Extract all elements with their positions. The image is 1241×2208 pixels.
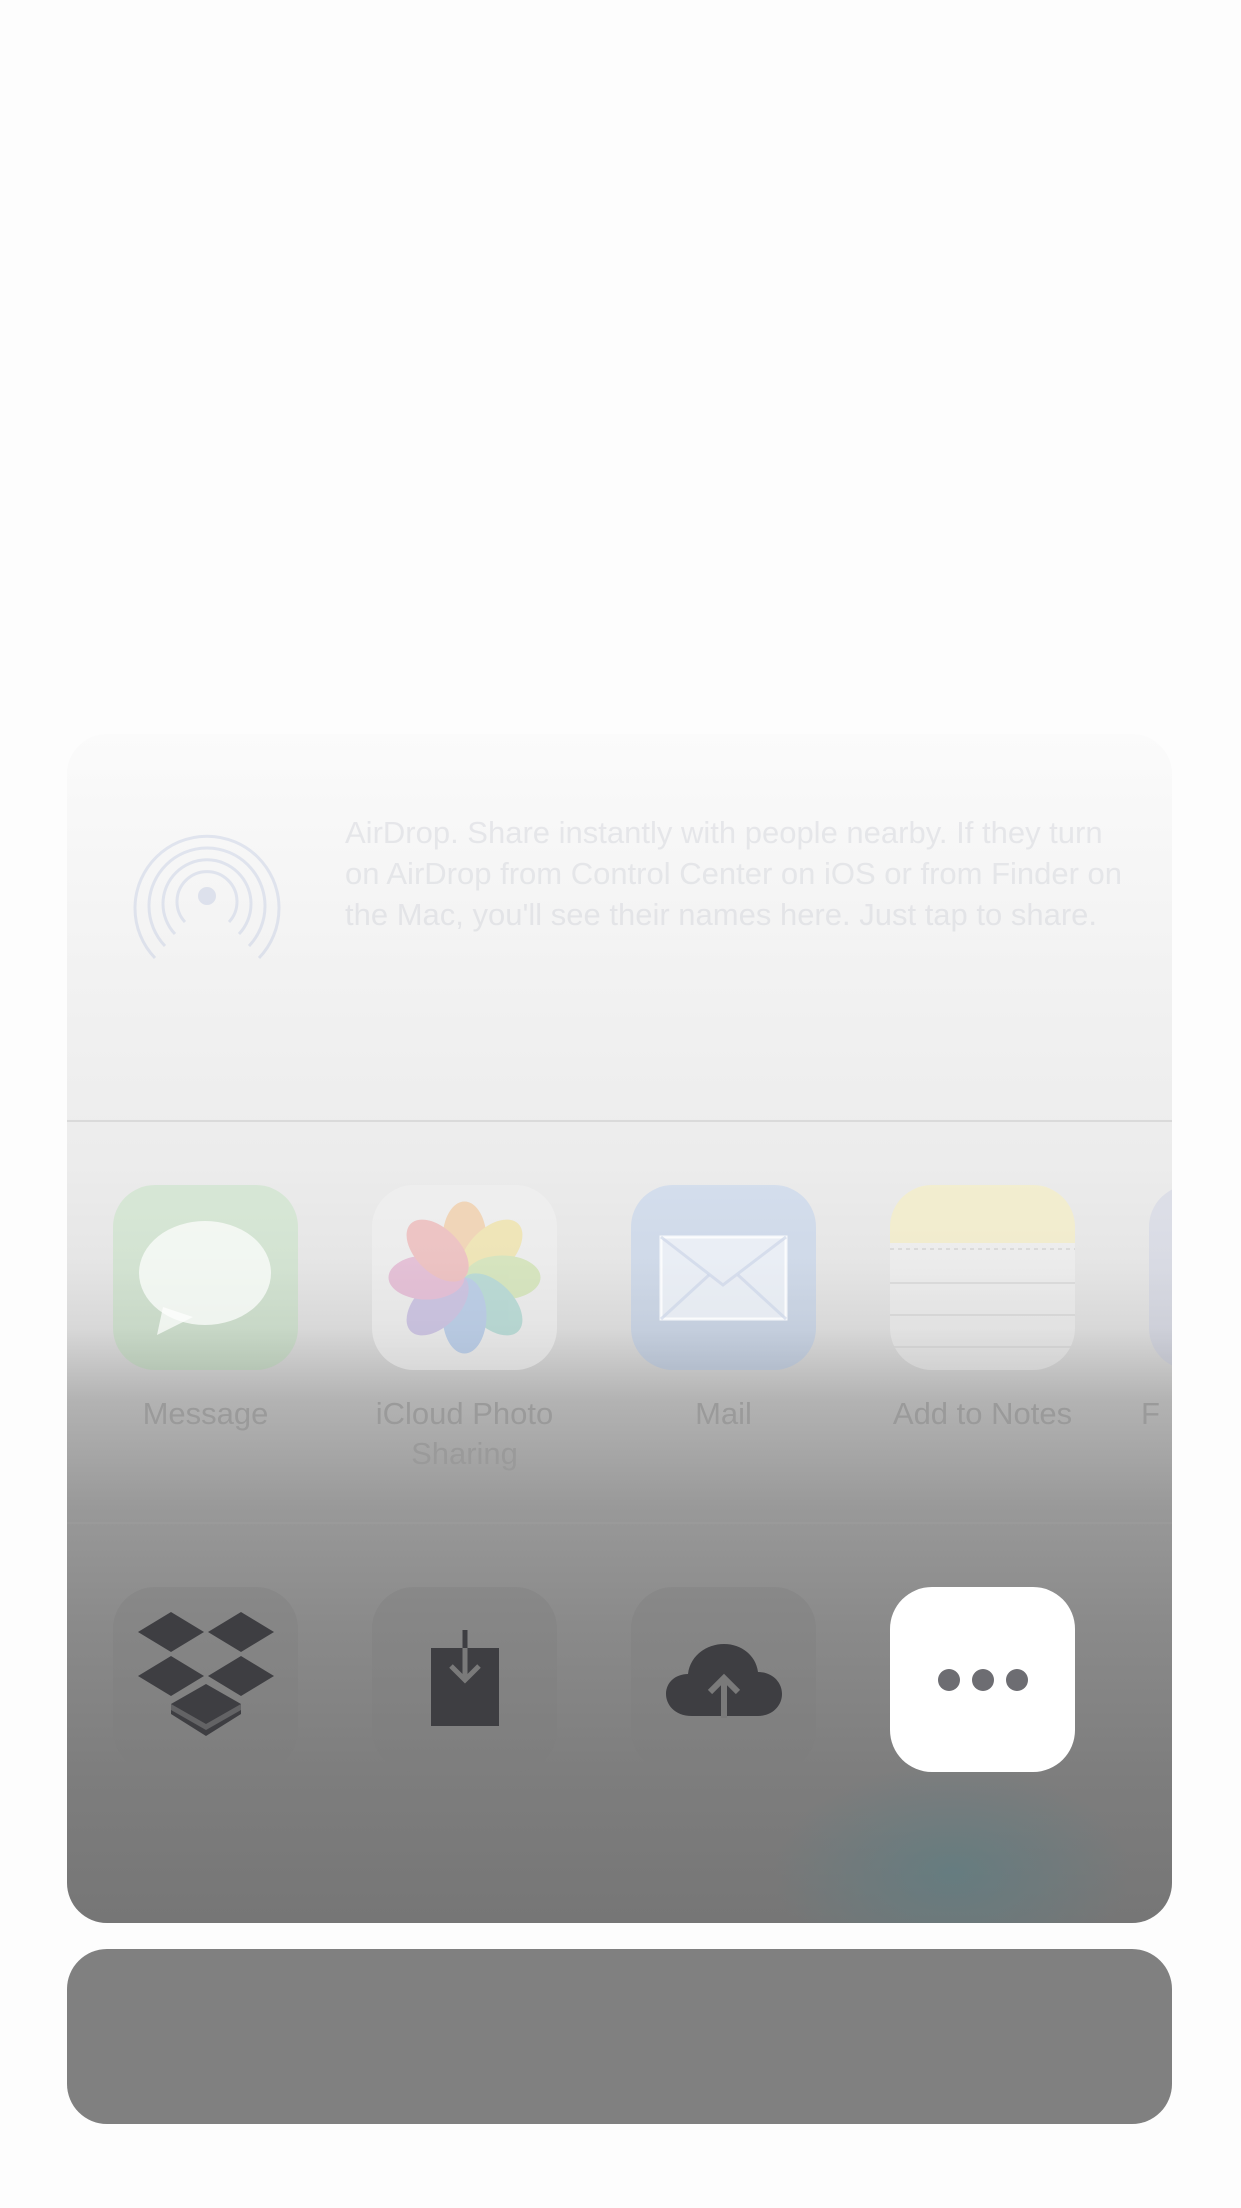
more-icon [933, 1665, 1033, 1695]
dropbox-action[interactable] [113, 1587, 298, 1772]
app-label: Add to Notes [892, 1396, 1073, 1431]
more-actions-button[interactable] [890, 1587, 1075, 1772]
app-label: F [1141, 1396, 1160, 1431]
download-tray-icon [425, 1629, 505, 1730]
app-label: Mail [695, 1396, 752, 1431]
upload-action[interactable] [631, 1587, 816, 1772]
mail-icon[interactable] [631, 1185, 816, 1370]
share-sheet: AirDrop. Share instantly with people nea… [67, 734, 1172, 1923]
app-label: Message [142, 1396, 269, 1431]
app-label: iCloud Photo Sharing [375, 1396, 554, 1471]
airdrop-description: AirDrop. Share instantly with people nea… [345, 815, 1123, 932]
dropbox-icon [131, 1610, 281, 1750]
app-icon[interactable] [1149, 1185, 1172, 1370]
photos-icon[interactable] [372, 1185, 557, 1370]
notes-icon[interactable] [890, 1185, 1075, 1370]
save-to-files-action[interactable] [372, 1587, 557, 1772]
airdrop-section: AirDrop. Share instantly with people nea… [67, 734, 1172, 1120]
message-icon[interactable] [113, 1185, 298, 1370]
cancel-button[interactable] [67, 1949, 1172, 2124]
cloud-upload-icon [664, 1640, 784, 1720]
airdrop-icon [127, 814, 287, 974]
background-glow [772, 1763, 1132, 1923]
section-divider [67, 1120, 1172, 1122]
section-divider [67, 1522, 1172, 1524]
